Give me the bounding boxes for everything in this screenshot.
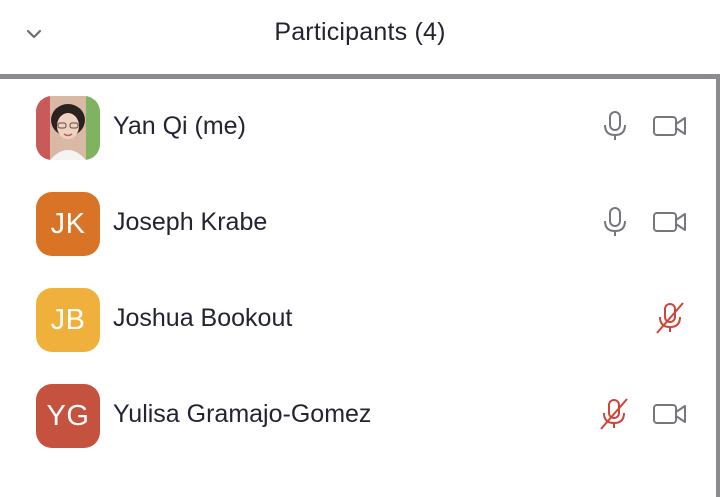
panel-title: Participants (4) xyxy=(274,18,446,46)
video-button[interactable] xyxy=(650,399,690,429)
participant-name: Joseph Krabe xyxy=(113,208,268,236)
microphone-icon xyxy=(604,207,626,236)
video-button[interactable] xyxy=(650,111,690,141)
profile-photo-icon xyxy=(36,96,100,160)
participant-list: Yan Qi (me) JK Joseph Krabe JB Joshua Bo… xyxy=(0,74,720,497)
microphone-button[interactable] xyxy=(597,397,631,431)
microphone-muted-icon xyxy=(600,398,628,430)
avatar-initials: YG xyxy=(46,399,90,432)
video-button[interactable] xyxy=(650,207,690,237)
microphone-muted-icon xyxy=(656,302,684,334)
participant-row[interactable]: JB Joshua Bookout xyxy=(0,271,716,367)
participant-name: Joshua Bookout xyxy=(113,304,293,332)
microphone-button[interactable] xyxy=(598,205,632,239)
video-camera-icon xyxy=(653,116,686,136)
avatar-initials: JK xyxy=(50,207,86,240)
video-camera-icon xyxy=(653,212,686,232)
participant-row[interactable]: YG Yulisa Gramajo-Gomez xyxy=(0,367,716,463)
microphone-icon xyxy=(604,111,626,140)
avatar-initials: JB xyxy=(50,303,86,336)
participant-name: Yulisa Gramajo-Gomez xyxy=(113,400,372,428)
avatar: YG xyxy=(36,384,100,448)
microphone-button[interactable] xyxy=(598,109,632,143)
video-camera-icon xyxy=(653,404,686,424)
avatar: JK xyxy=(36,192,100,256)
participants-header: Participants (4) xyxy=(0,0,720,74)
participant-name: Yan Qi (me) xyxy=(113,112,246,140)
avatar: JB xyxy=(36,288,100,352)
microphone-button[interactable] xyxy=(653,301,687,335)
participant-row[interactable]: Yan Qi (me) xyxy=(0,79,716,175)
participant-row[interactable]: JK Joseph Krabe xyxy=(0,175,716,271)
avatar-photo xyxy=(36,96,100,160)
